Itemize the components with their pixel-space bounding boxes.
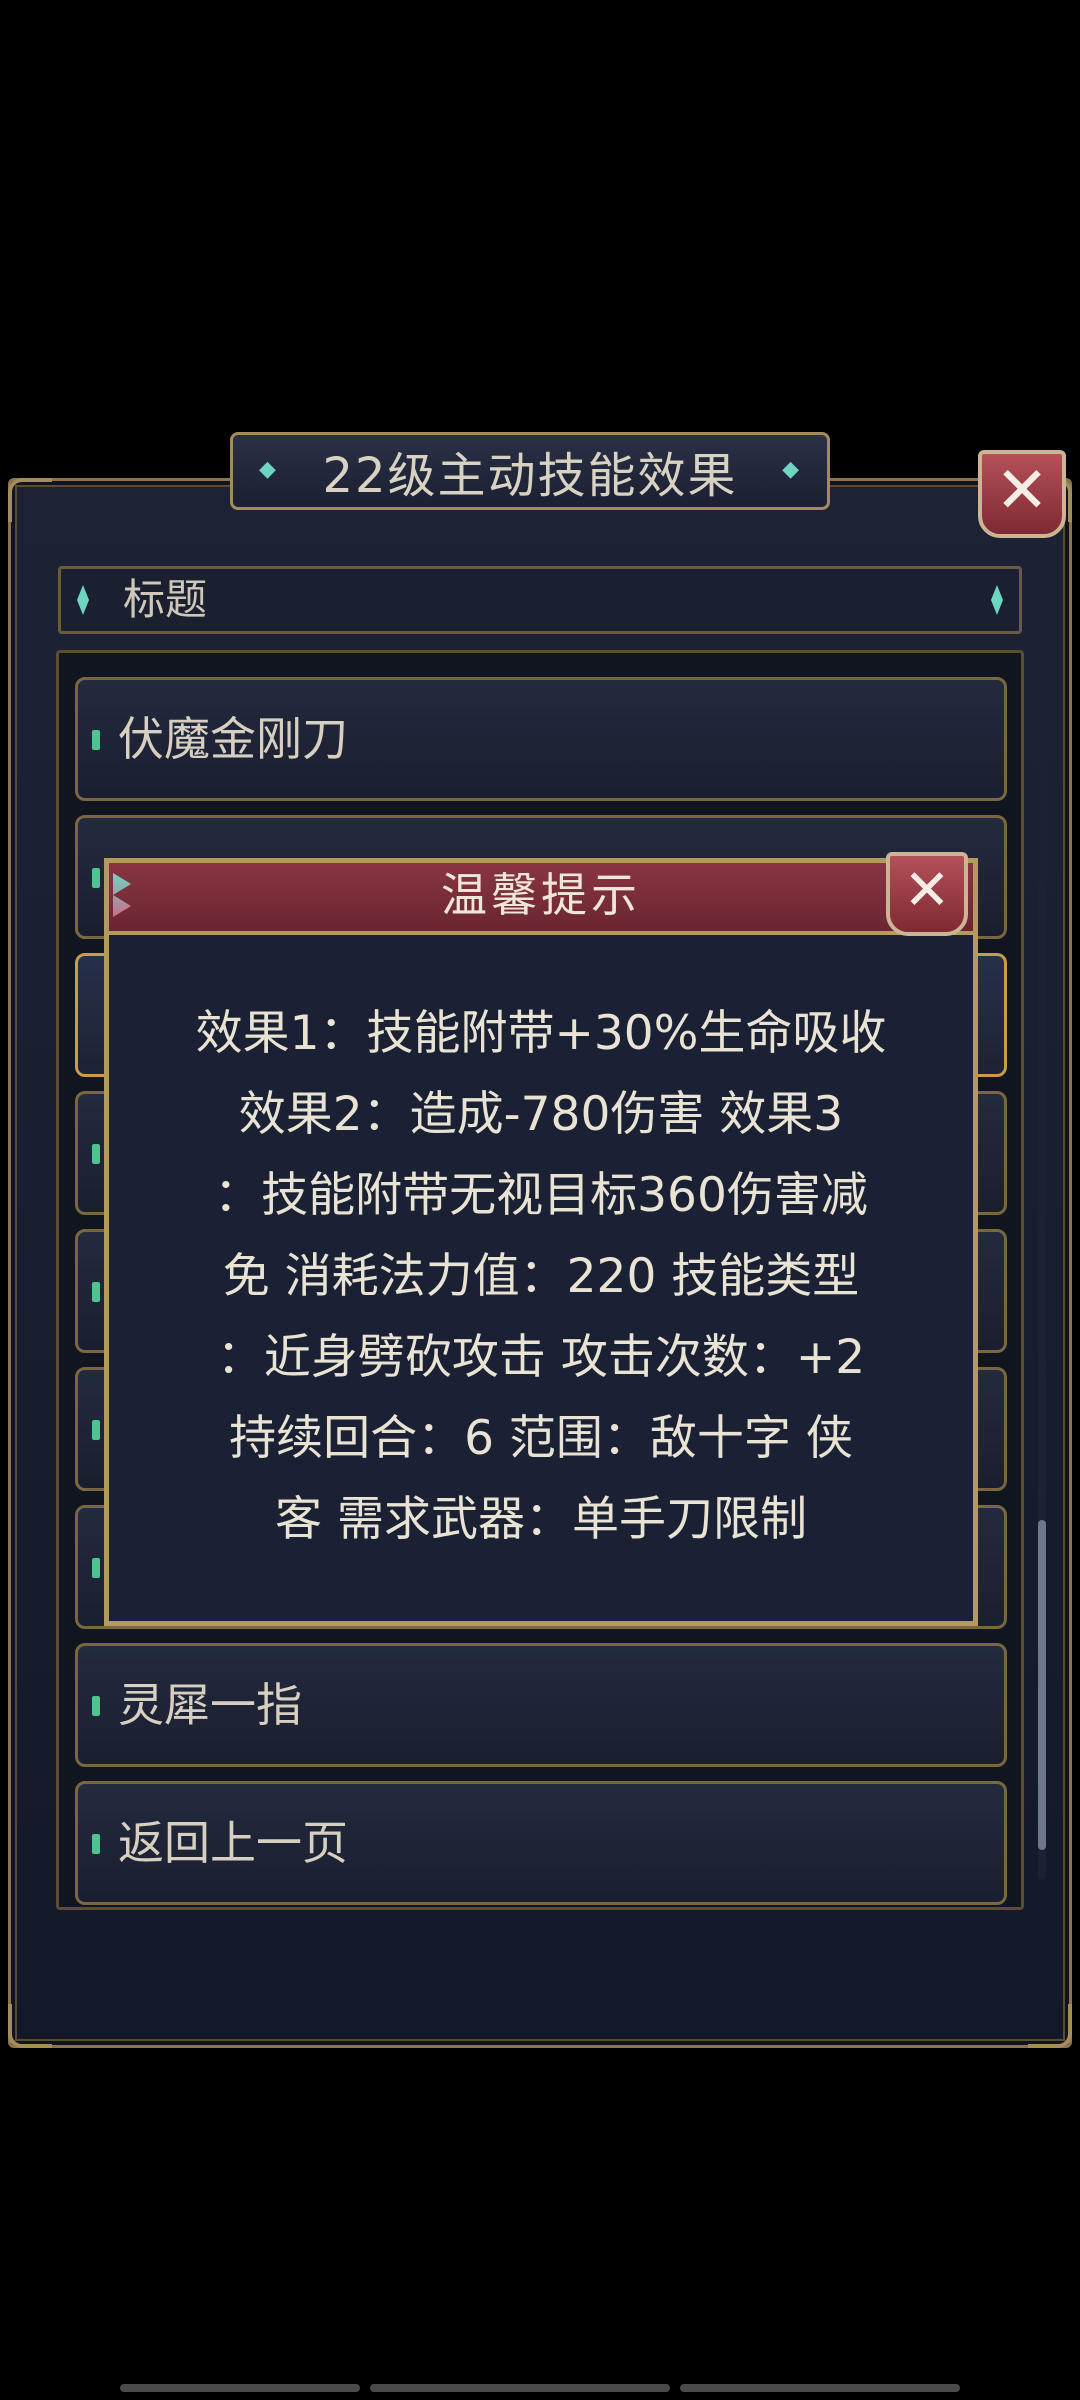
list-header: 标题 bbox=[58, 566, 1022, 634]
item-marker-icon bbox=[92, 730, 100, 750]
item-marker-icon bbox=[92, 1420, 100, 1440]
list-item[interactable]: 灵犀一指 bbox=[75, 1643, 1007, 1767]
panel-title-text: 22级主动技能效果 bbox=[322, 448, 738, 504]
dialog-header: 温馨提示 bbox=[109, 863, 973, 935]
dialog-line: 持续回合：6 范围：敌十字 侠 bbox=[229, 1411, 853, 1466]
back-button-label: 返回上一页 bbox=[118, 1816, 348, 1870]
item-marker-icon bbox=[92, 1282, 100, 1302]
list-item[interactable]: 伏魔金刚刀 bbox=[75, 677, 1007, 801]
dialog-line: ：技能附带无视目标360伤害减 bbox=[214, 1168, 868, 1223]
dialog-line: ：近身劈砍攻击 攻击次数：+2 bbox=[216, 1330, 866, 1385]
item-marker-icon bbox=[92, 1144, 100, 1164]
header-ornament-icon bbox=[991, 585, 1003, 615]
close-panel-button[interactable]: ✕ bbox=[978, 450, 1066, 538]
panel-corner-ornament bbox=[8, 478, 52, 522]
close-icon: ✕ bbox=[903, 858, 951, 923]
panel-corner-ornament bbox=[1028, 2004, 1072, 2048]
title-ornament-icon: ◆ bbox=[259, 457, 278, 482]
list-item-label: 灵犀一指 bbox=[118, 1678, 302, 1732]
close-icon: ✕ bbox=[995, 454, 1049, 528]
header-ornament-icon bbox=[77, 585, 89, 615]
dialog-line: 效果1：技能附带+30%生命吸收 bbox=[195, 1006, 887, 1061]
dialog-title: 温馨提示 bbox=[441, 868, 641, 922]
system-nav-bar bbox=[680, 2384, 960, 2392]
system-nav-bar bbox=[120, 2384, 360, 2392]
item-marker-icon bbox=[92, 1834, 100, 1854]
list-item-label: 伏魔金刚刀 bbox=[118, 712, 348, 766]
dialog-line: 免 消耗法力值：220 技能类型 bbox=[222, 1249, 860, 1304]
list-header-label: 标题 bbox=[123, 575, 208, 624]
panel-corner-ornament bbox=[8, 2004, 52, 2048]
dialog-message: 效果1：技能附带+30%生命吸收 效果2：造成-780伤害 效果3 ：技能附带无… bbox=[149, 993, 933, 1560]
item-marker-icon bbox=[92, 1696, 100, 1716]
tip-dialog: 温馨提示 效果1：技能附带+30%生命吸收 效果2：造成-780伤害 效果3 ：… bbox=[104, 858, 978, 1626]
item-marker-icon bbox=[92, 868, 100, 888]
dialog-ornament-icon bbox=[113, 873, 131, 917]
back-button[interactable]: 返回上一页 bbox=[75, 1781, 1007, 1905]
dialog-line: 效果2：造成-780伤害 效果3 bbox=[238, 1087, 844, 1142]
system-nav-bar bbox=[370, 2384, 670, 2392]
title-ornament-icon: ◆ bbox=[782, 457, 801, 482]
close-dialog-button[interactable]: ✕ bbox=[886, 852, 968, 936]
item-marker-icon bbox=[92, 1558, 100, 1578]
panel-title: ◆ 22级主动技能效果 ◆ bbox=[230, 432, 830, 510]
dialog-line: 客 需求武器：单手刀限制 bbox=[275, 1492, 807, 1547]
scrollbar-thumb[interactable] bbox=[1038, 1520, 1046, 1850]
